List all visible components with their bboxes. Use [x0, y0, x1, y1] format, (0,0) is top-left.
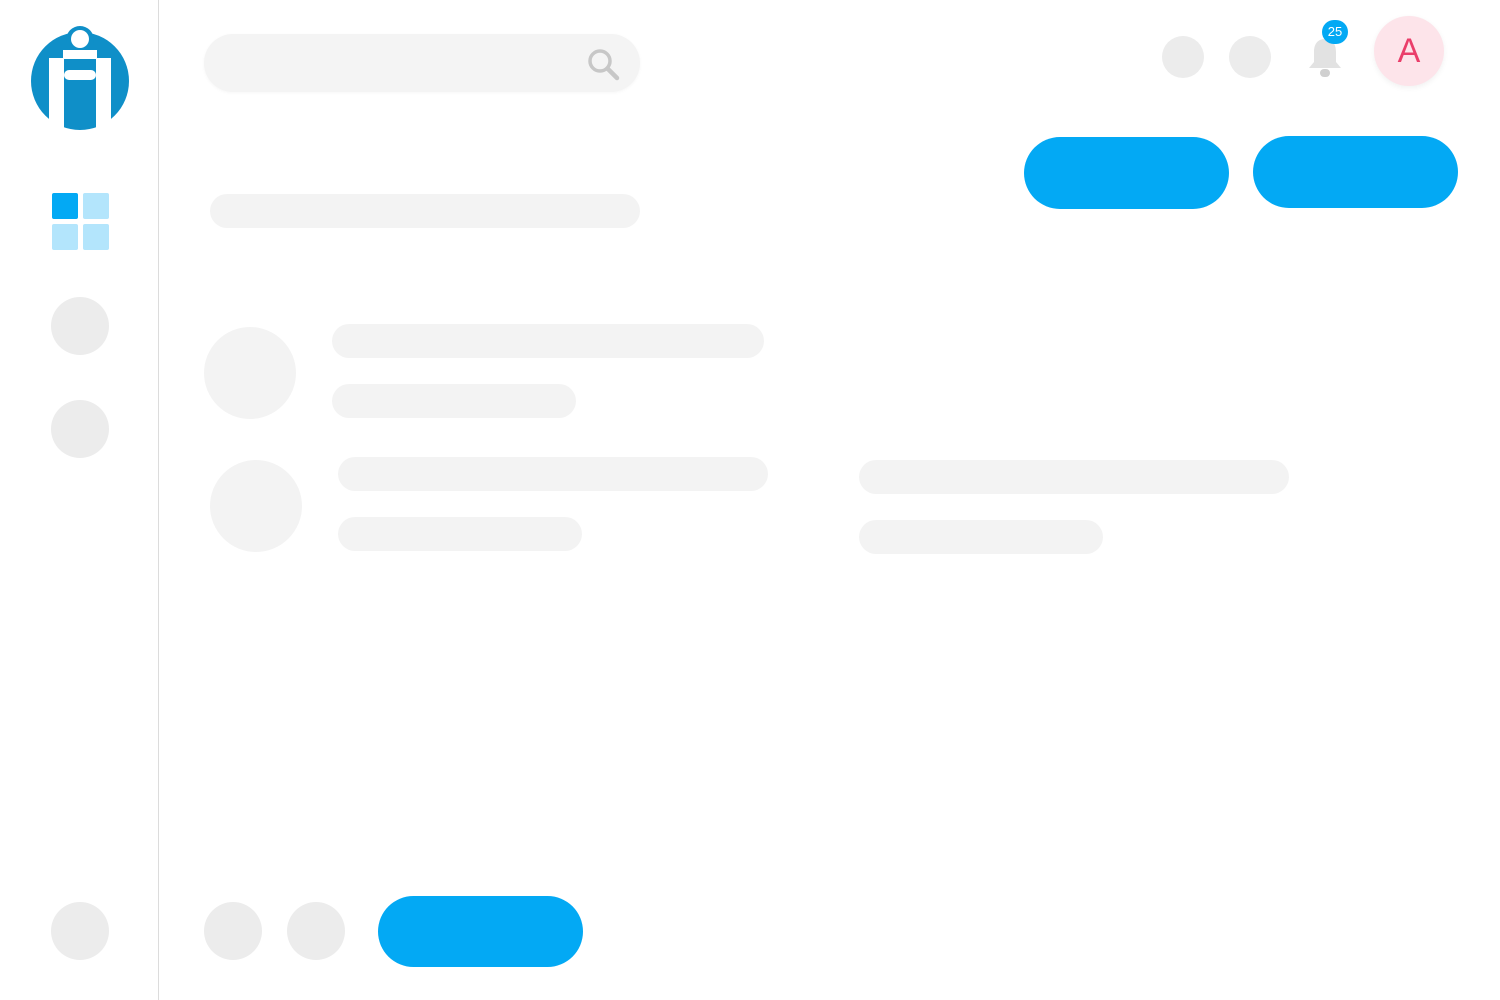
app-window: 25 A: [0, 0, 1500, 1000]
grid-cell: [52, 193, 78, 219]
search-icon[interactable]: [586, 47, 620, 81]
detail-subtitle-skeleton: [859, 520, 1103, 554]
dashboard-grid-icon[interactable]: [52, 193, 109, 250]
sidebar-item-placeholder-1[interactable]: [51, 297, 109, 355]
footer-action-placeholder-2[interactable]: [287, 902, 345, 960]
primary-action-button-2[interactable]: [1253, 136, 1458, 208]
detail-title-skeleton: [859, 460, 1289, 494]
user-avatar[interactable]: A: [1374, 16, 1444, 86]
list-item-avatar-skeleton: [204, 327, 296, 419]
list-item-avatar-skeleton: [210, 460, 302, 552]
footer-primary-button[interactable]: [378, 896, 583, 967]
search-input[interactable]: [226, 34, 576, 92]
primary-action-button-1[interactable]: [1024, 137, 1229, 209]
page-title-skeleton: [210, 194, 640, 228]
header-action-placeholder-2[interactable]: [1229, 36, 1271, 78]
notifications-button[interactable]: 25: [1300, 20, 1352, 82]
search-bar: [204, 34, 640, 92]
list-item-subtitle-skeleton: [332, 384, 576, 418]
header-action-placeholder-1[interactable]: [1162, 36, 1204, 78]
grid-cell: [83, 193, 109, 219]
sidebar-item-placeholder-2[interactable]: [51, 400, 109, 458]
grid-cell: [83, 224, 109, 250]
notification-count-badge: 25: [1322, 20, 1348, 44]
brand-logo-icon[interactable]: [30, 24, 130, 132]
sidebar: [0, 0, 159, 1000]
list-item-title-skeleton: [338, 457, 768, 491]
list-item-title-skeleton: [332, 324, 764, 358]
list-item-subtitle-skeleton: [338, 517, 582, 551]
footer-action-placeholder-1[interactable]: [204, 902, 262, 960]
grid-cell: [52, 224, 78, 250]
sidebar-item-bottom-placeholder[interactable]: [51, 902, 109, 960]
